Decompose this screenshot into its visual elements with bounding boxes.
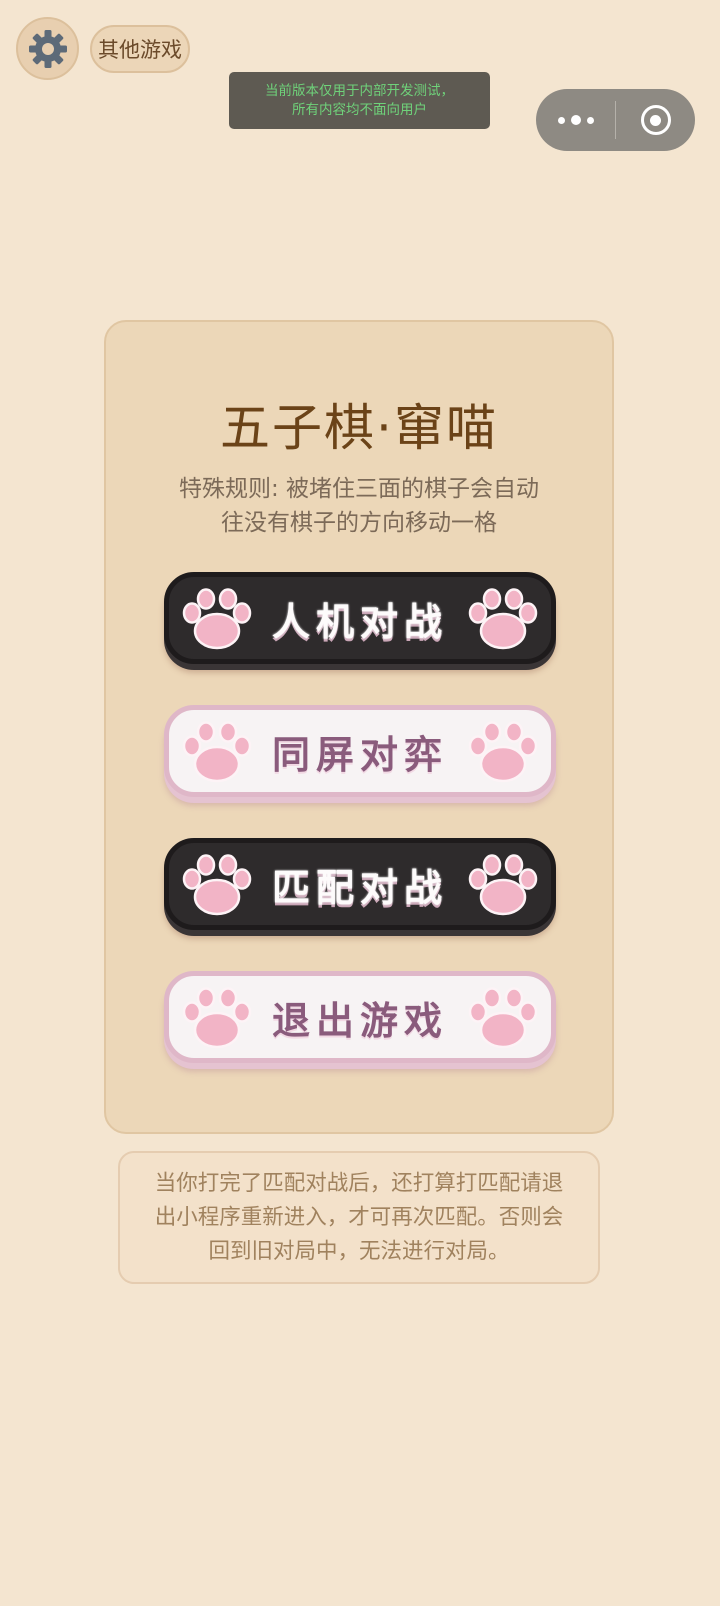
close-target-icon [640, 105, 671, 135]
more-dots-icon [557, 115, 594, 125]
test-notice-line: 当前版本仅用于内部开发测试， [265, 82, 454, 99]
gear-icon [28, 29, 67, 68]
paw-icon [468, 588, 538, 650]
more-button[interactable] [536, 89, 615, 151]
rule-line: 特殊规则: 被堵住三面的棋子会自动 [178, 476, 540, 502]
same-screen-label: 同屏对弈 [271, 732, 448, 777]
paw-icon [182, 854, 252, 916]
matchmaking-button[interactable]: 匹配对战 [164, 838, 556, 930]
matchmaking-label: 匹配对战 [271, 865, 448, 910]
tip-line: 出小程序重新进入，才可再次匹配。否则会 [154, 1204, 564, 1230]
game-title: 五子棋·窜喵 [220, 399, 498, 457]
paw-icon [468, 854, 538, 916]
main-menu-panel: 五子棋·窜喵 特殊规则: 被堵住三面的棋子会自动 往没有棋子的方向移动一格 人机… [104, 320, 614, 1134]
close-miniprogram-button[interactable] [616, 89, 695, 151]
paw-icon [182, 987, 252, 1049]
paw-icon [182, 588, 252, 650]
tip-line: 当你打完了匹配对战后，还打算打匹配请退 [154, 1170, 564, 1196]
other-games-button[interactable]: 其他游戏 [90, 25, 190, 73]
test-version-notice: 当前版本仅用于内部开发测试， 所有内容均不面向用户 [229, 72, 490, 129]
miniprogram-capsule [536, 89, 695, 151]
vs-ai-button[interactable]: 人机对战 [164, 572, 556, 664]
paw-icon [468, 721, 538, 783]
vs-ai-label: 人机对战 [271, 599, 448, 644]
test-notice-line: 所有内容均不面向用户 [292, 101, 427, 118]
paw-icon [182, 721, 252, 783]
matchmaking-tip: 当你打完了匹配对战后，还打算打匹配请退 出小程序重新进入，才可再次匹配。否则会 … [118, 1151, 600, 1284]
exit-game-button[interactable]: 退出游戏 [164, 971, 556, 1063]
tip-line: 回到旧对局中，无法进行对局。 [208, 1238, 510, 1264]
rule-line: 往没有棋子的方向移动一格 [221, 510, 497, 536]
same-screen-button[interactable]: 同屏对弈 [164, 705, 556, 797]
special-rule-text: 特殊规则: 被堵住三面的棋子会自动 往没有棋子的方向移动一格 [146, 472, 572, 540]
settings-button[interactable] [16, 17, 79, 80]
exit-game-label: 退出游戏 [271, 998, 448, 1043]
paw-icon [468, 987, 538, 1049]
